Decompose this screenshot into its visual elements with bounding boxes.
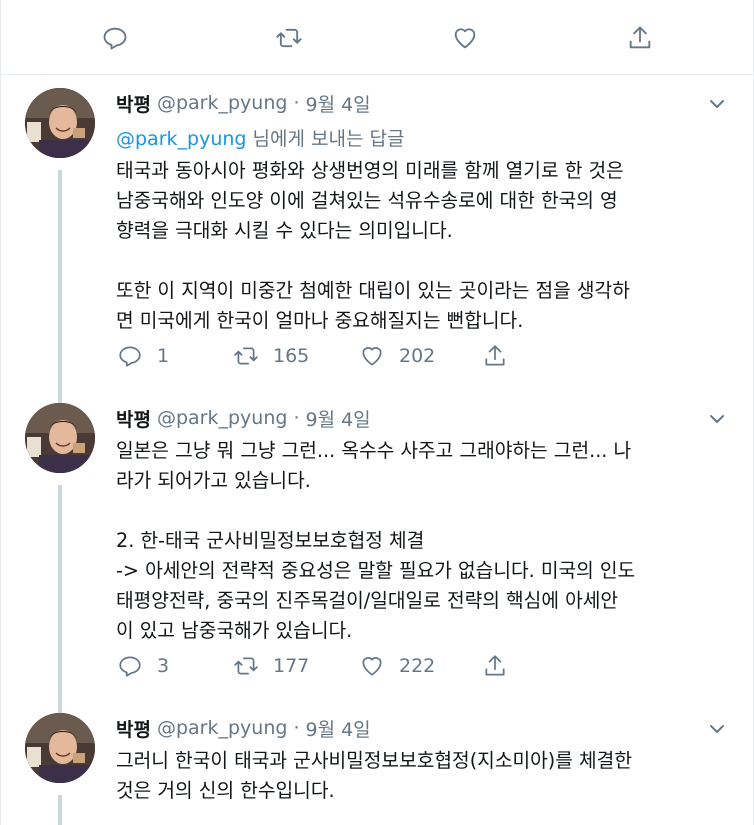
tweet[interactable]: 박평 @park_pyung · 9월 4일 그러니 한국이 태국과 군사비밀정… — [1, 700, 753, 825]
retweet-icon — [234, 657, 258, 675]
heart-icon — [362, 347, 382, 366]
like-button[interactable] — [449, 22, 481, 54]
thread-line — [58, 795, 62, 825]
username[interactable]: @park_pyung — [157, 92, 287, 114]
mention-link[interactable]: @park_pyung — [116, 128, 246, 150]
heart-icon — [362, 657, 382, 676]
timestamp[interactable]: 9월 4일 — [305, 405, 370, 432]
reply-context-text: 님에게 보내는 답글 — [246, 128, 405, 150]
retweet-icon — [276, 28, 302, 48]
reply-icon — [119, 656, 141, 677]
retweet-button[interactable]: 165 — [233, 343, 309, 369]
tweet-header: 박평 @park_pyung · 9월 4일 — [116, 90, 371, 116]
display-name[interactable]: 박평 — [116, 90, 151, 117]
share-icon — [485, 345, 505, 366]
thread-line — [58, 485, 62, 715]
avatar[interactable] — [25, 88, 95, 158]
retweet-icon — [234, 347, 258, 365]
retweet-button[interactable] — [273, 22, 305, 54]
timeline: 박평 @park_pyung · 9월 4일 @park_pyung 님에게 보… — [0, 0, 754, 825]
avatar[interactable] — [25, 713, 95, 783]
reply-count: 1 — [157, 345, 170, 367]
tweet-header: 박평 @park_pyung · 9월 4일 — [116, 715, 371, 741]
reply-icon — [119, 346, 141, 367]
heart-icon — [454, 28, 476, 49]
username[interactable]: @park_pyung — [157, 717, 287, 739]
avatar[interactable] — [25, 403, 95, 473]
chevron-down-icon[interactable] — [705, 717, 729, 741]
display-name[interactable]: 박평 — [116, 405, 151, 432]
retweet-button[interactable]: 177 — [233, 653, 309, 679]
reply-button[interactable] — [99, 22, 131, 54]
reply-icon — [103, 27, 127, 50]
reply-count: 3 — [157, 655, 170, 677]
tweet[interactable]: 박평 @park_pyung · 9월 4일 일본은 그냥 뭐 그냥 그런...… — [1, 390, 753, 715]
like-button[interactable]: 202 — [359, 343, 435, 369]
tweet-header: 박평 @park_pyung · 9월 4일 — [116, 405, 371, 431]
separator: · — [293, 407, 300, 429]
chevron-down-icon[interactable] — [705, 92, 729, 116]
chevron-down-icon[interactable] — [705, 407, 729, 431]
like-count: 222 — [399, 655, 436, 677]
tweet-text: 태국과 동아시아 평화와 상생번영의 미래를 함께 열기로 한 것은 남중국해와… — [116, 159, 630, 332]
retweet-count: 177 — [273, 655, 310, 677]
avatar-photo — [25, 713, 95, 783]
like-count: 202 — [399, 345, 436, 367]
top-action-bar — [1, 0, 753, 75]
share-button[interactable] — [482, 343, 508, 369]
share-button[interactable] — [624, 22, 656, 54]
separator: · — [293, 717, 300, 739]
reply-context: @park_pyung 님에게 보내는 답글 — [116, 124, 404, 151]
display-name[interactable]: 박평 — [116, 715, 151, 742]
tweet-text: 그러니 한국이 태국과 군사비밀정보보호협정(지소미아)를 체결한 것은 거의 … — [116, 749, 632, 802]
timestamp[interactable]: 9월 4일 — [305, 90, 370, 117]
reply-button[interactable]: 3 — [117, 653, 169, 679]
retweet-count: 165 — [273, 345, 310, 367]
like-button[interactable]: 222 — [359, 653, 435, 679]
reply-button[interactable]: 1 — [117, 343, 169, 369]
tweet[interactable]: 박평 @park_pyung · 9월 4일 @park_pyung 님에게 보… — [1, 75, 753, 405]
share-icon — [629, 26, 651, 49]
avatar-photo — [25, 88, 95, 158]
tweet-text: 일본은 그냥 뭐 그냥 그런... 옥수수 사주고 그래야하는 그런... 나 … — [116, 439, 636, 642]
separator: · — [293, 92, 300, 114]
share-icon — [485, 655, 505, 676]
thread-line — [58, 170, 62, 405]
avatar-photo — [25, 403, 95, 473]
share-button[interactable] — [482, 653, 508, 679]
username[interactable]: @park_pyung — [157, 407, 287, 429]
timestamp[interactable]: 9월 4일 — [305, 715, 370, 742]
